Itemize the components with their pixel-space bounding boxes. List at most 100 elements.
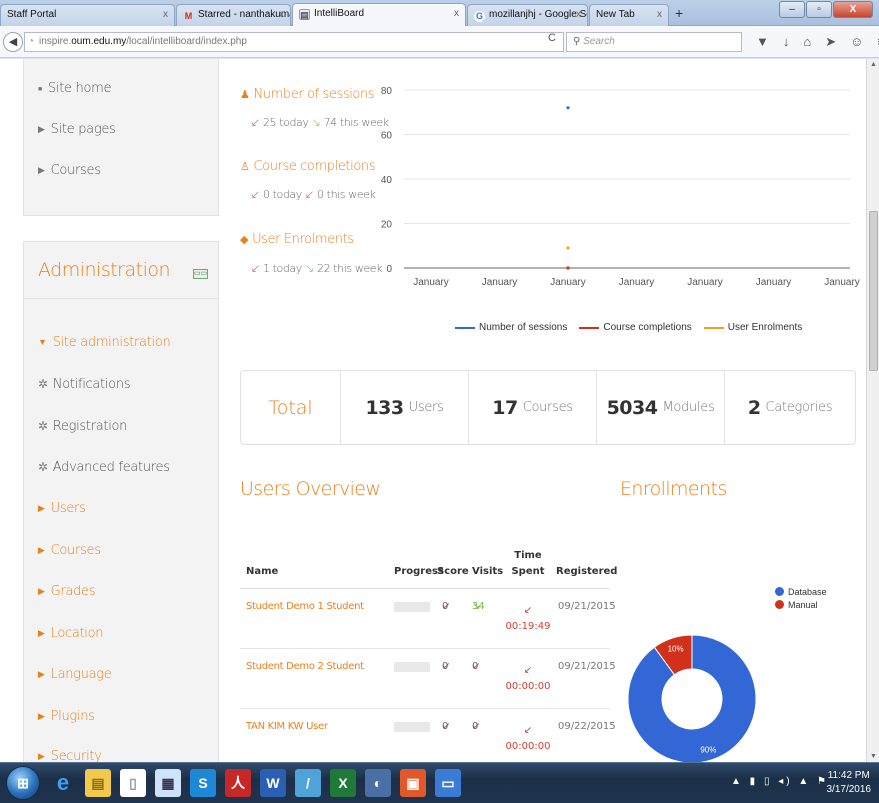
tab-close-icon[interactable]: x bbox=[657, 5, 662, 25]
user-name-link[interactable]: TAN KIM KW User bbox=[246, 721, 328, 732]
tab-close-icon[interactable]: x bbox=[163, 5, 168, 25]
acrobat-icon[interactable]: 人 bbox=[225, 769, 251, 797]
skype-icon[interactable]: S bbox=[190, 769, 216, 797]
tab-close-icon[interactable]: x bbox=[279, 5, 284, 25]
sidebar-item-label: Site pages bbox=[50, 122, 116, 137]
pen-icon[interactable]: / bbox=[295, 769, 321, 797]
sidebar-item-label: Location bbox=[50, 626, 104, 641]
legend-item-completions[interactable]: Course completions bbox=[579, 322, 692, 333]
back-arrow-icon[interactable]: ◀ bbox=[3, 32, 23, 52]
users-overview-table: Name Progress Score Visits Time Spent Reg… bbox=[240, 525, 617, 762]
media-player-icon[interactable]: ◐ bbox=[365, 769, 391, 797]
search-placeholder: Search bbox=[583, 36, 615, 47]
scroll-up-icon[interactable]: ▲ bbox=[870, 61, 877, 68]
user-name-link[interactable]: Student Demo 2 Student bbox=[246, 661, 364, 672]
home-icon[interactable]: ⌂ bbox=[803, 34, 811, 50]
start-button[interactable]: ⊞ bbox=[6, 766, 40, 800]
calculator-icon[interactable]: ▦ bbox=[155, 769, 181, 797]
col-header-name[interactable]: Name bbox=[246, 564, 278, 580]
sidebar-item-security[interactable]: ▶ Security bbox=[38, 749, 102, 762]
categories-count: 2 bbox=[747, 396, 761, 419]
tab-close-icon[interactable]: x bbox=[576, 5, 581, 25]
notepad-icon[interactable]: ▯ bbox=[120, 769, 146, 797]
triangle-right-icon: ▶ bbox=[38, 166, 45, 176]
excel-icon[interactable]: X bbox=[330, 769, 356, 797]
ie-icon[interactable]: e bbox=[50, 769, 76, 797]
sidebar-item-courses[interactable]: ▶ Courses bbox=[38, 163, 101, 178]
maximize-icon[interactable]: ▫ bbox=[806, 1, 832, 18]
new-tab-plus-icon[interactable]: + bbox=[675, 5, 683, 21]
word-icon[interactable]: W bbox=[260, 769, 286, 797]
sidebar-item-language[interactable]: ▶ Language bbox=[38, 667, 112, 682]
sidebar-item-site-pages[interactable]: ▶ Site pages bbox=[38, 122, 116, 137]
url-bar[interactable]: ◔ inspire.oum.edu.my/local/intelliboard/… bbox=[24, 32, 564, 52]
hello-icon[interactable]: ☺ bbox=[850, 34, 863, 50]
explorer-icon[interactable]: ▤ bbox=[85, 769, 111, 797]
tab-intelliboard[interactable]: ▤ IntelliBoard x bbox=[292, 3, 466, 27]
legend-label: Course completions bbox=[603, 322, 692, 333]
system-tray[interactable]: ▲ ▮ ▯ ◂) ▲ ⚑ bbox=[731, 776, 829, 787]
vertical-scrollbar[interactable]: ▲ ▼ bbox=[866, 59, 879, 762]
legend-item-manual[interactable]: Manual bbox=[775, 599, 827, 612]
table-row: TAN KIM KW User ↙ 0 ↙ 0 ↙ 00:00:00 09/22/… bbox=[240, 709, 616, 762]
sidebar-item-notifications[interactable]: ✲ Notifications bbox=[38, 377, 131, 392]
taskbar-clock[interactable]: 11:42 PM 3/17/2016 bbox=[827, 769, 872, 797]
scroll-down-icon[interactable]: ▼ bbox=[870, 753, 877, 760]
sidebar-item-users[interactable]: ▶ Users bbox=[38, 501, 86, 516]
sidebar-item-site-home[interactable]: ■ Site home bbox=[38, 81, 111, 96]
app-icon[interactable]: ▣ bbox=[400, 769, 426, 797]
user-name-link[interactable]: Student Demo 1 Student bbox=[246, 601, 364, 612]
sidebar-item-plugins[interactable]: ▶ Plugins bbox=[38, 709, 95, 724]
sidebar-item-grades[interactable]: ▶ Grades bbox=[38, 584, 96, 599]
totals-users-cell[interactable]: 133 Users bbox=[341, 371, 469, 444]
col-header-time-spent[interactable]: Time Spent bbox=[508, 548, 548, 580]
send-icon[interactable]: ➤ bbox=[825, 34, 836, 50]
site-identity-icon[interactable]: ◔ bbox=[28, 33, 34, 51]
sidebar-item-location[interactable]: ▶ Location bbox=[38, 626, 104, 641]
y-tick-label: 60 bbox=[381, 131, 393, 142]
x-tick-label: January bbox=[756, 277, 792, 288]
reload-icon[interactable]: C bbox=[548, 32, 556, 44]
stat-today: 1 today bbox=[262, 262, 302, 275]
downloads-icon[interactable]: ↓ bbox=[783, 34, 790, 50]
pocket-icon[interactable]: ▼ bbox=[756, 34, 769, 50]
col-header-time-line2: Spent bbox=[511, 566, 545, 577]
tab-google-search[interactable]: Gmozillanjhj - Google Search x bbox=[467, 4, 588, 26]
sidebar-item-registration[interactable]: ✲ Registration bbox=[38, 419, 127, 434]
legend-item-sessions[interactable]: Number of sessions bbox=[455, 322, 567, 333]
stat-title-label: Course completions bbox=[253, 159, 376, 174]
sidebar-item-courses-admin[interactable]: ▶ Courses bbox=[38, 543, 101, 558]
scroll-thumb[interactable] bbox=[869, 211, 878, 371]
close-window-icon[interactable]: X bbox=[833, 1, 873, 18]
legend-swatch bbox=[703, 326, 724, 329]
totals-modules-cell[interactable]: 5034 Modules bbox=[597, 371, 725, 444]
col-header-registered[interactable]: Registered bbox=[556, 564, 617, 580]
legend-item-database[interactable]: Database bbox=[775, 586, 827, 599]
sidebar-item-advanced-features[interactable]: ✲ Advanced features bbox=[38, 460, 170, 475]
totals-courses-cell[interactable]: 17 Courses bbox=[469, 371, 597, 444]
google-icon: G bbox=[474, 11, 485, 22]
triangle-right-icon: ▶ bbox=[38, 629, 45, 639]
screen-icon[interactable]: ▭ bbox=[435, 769, 461, 797]
tab-new-tab[interactable]: New Tab x bbox=[589, 4, 669, 26]
categories-label: Categories bbox=[765, 400, 833, 415]
legend-dot bbox=[775, 600, 784, 609]
dock-block-icon[interactable]: ▭▭ bbox=[193, 269, 208, 279]
col-header-time-line1: Time bbox=[514, 550, 542, 561]
triangle-right-icon: ▶ bbox=[38, 670, 45, 680]
search-bar[interactable]: ⚲ Search bbox=[566, 32, 742, 52]
minimize-icon[interactable]: – bbox=[779, 1, 805, 18]
sidebar-item-label: Notifications bbox=[52, 377, 131, 392]
tab-gmail[interactable]: M Starred - nanthakumar@o... x bbox=[176, 4, 291, 26]
triangle-right-icon: ▶ bbox=[38, 125, 45, 135]
sessions-line-chart: 0 20 40 60 80 January January January January Jan… bbox=[381, 86, 860, 288]
col-header-visits[interactable]: Visits bbox=[472, 564, 503, 580]
stat-week: 0 this week bbox=[316, 188, 376, 201]
tab-staff-portal[interactable]: Staff Portal x bbox=[0, 4, 175, 26]
col-header-score[interactable]: Score bbox=[437, 564, 469, 580]
tab-close-icon[interactable]: x bbox=[454, 4, 459, 24]
sidebar-item-site-administration[interactable]: ▼ Site administration bbox=[38, 335, 171, 350]
legend-item-enrolments[interactable]: User Enrolments bbox=[703, 322, 802, 333]
totals-categories-cell[interactable]: 2 Categories bbox=[725, 371, 855, 444]
search-icon: ⚲ bbox=[573, 36, 581, 47]
